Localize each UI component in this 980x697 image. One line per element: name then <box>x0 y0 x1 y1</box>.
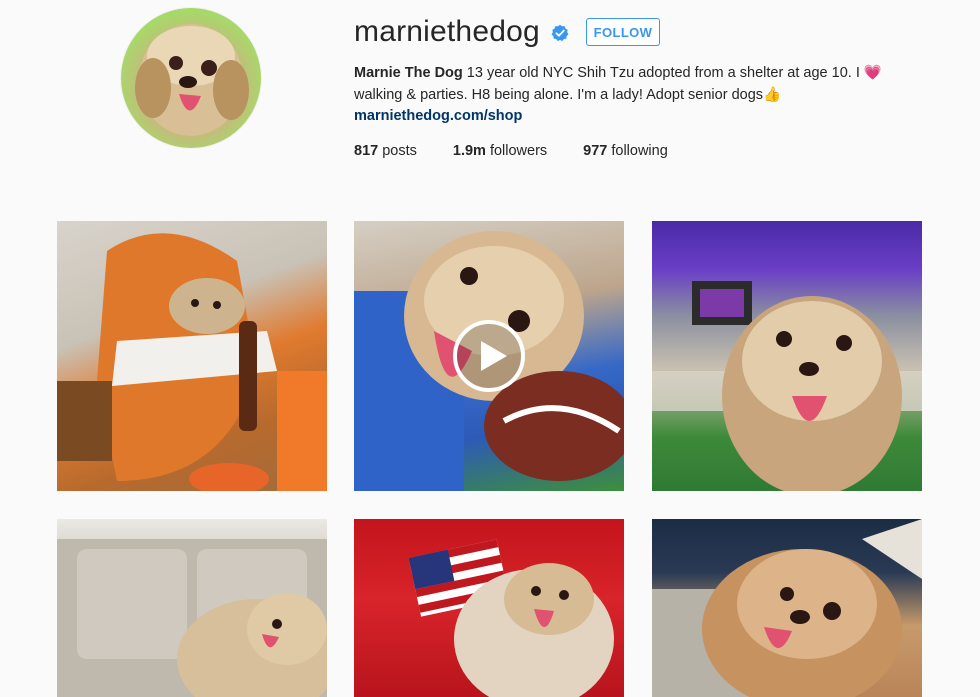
post-dog-american-flag[interactable] <box>354 519 624 697</box>
profile-username: marniethedog <box>354 15 540 48</box>
stat-followers-value: 1.9m <box>452 143 486 159</box>
stat-posts: 817 posts <box>354 143 417 159</box>
heart-emoji-icon: 💗 <box>863 65 882 81</box>
dog-photo-thumbnail <box>652 519 922 697</box>
bio-text-line1: 13 year old NYC Shih Tzu adopted from a … <box>466 65 864 81</box>
profile-bio: Marnie The Dog 13 year old NYC Shih Tzu … <box>354 62 924 106</box>
bio-name: Marnie The Dog <box>354 65 463 81</box>
post-dog-football-jersey-video[interactable] <box>354 221 624 491</box>
dog-photo-thumbnail <box>57 233 327 491</box>
stat-posts-value: 817 <box>354 143 379 159</box>
profile-stats: 817 posts 1.9m followers 977 following <box>354 143 704 159</box>
stat-posts-label: posts <box>382 143 417 159</box>
stat-following-value: 977 <box>583 143 608 159</box>
stat-followers-label: followers <box>489 143 548 159</box>
dog-photo-thumbnail <box>57 539 327 697</box>
bio-text-line2: walking & parties. H8 being alone. I'm a… <box>354 87 764 103</box>
dog-avatar-illustration <box>135 24 249 136</box>
post-dog-stadium-selfie[interactable] <box>652 221 922 491</box>
post-dog-on-couch[interactable] <box>57 519 327 697</box>
thumbs-up-emoji-icon: 👍 <box>763 87 782 103</box>
profile-avatar[interactable] <box>121 8 261 148</box>
stat-following-label: following <box>611 143 668 159</box>
stat-following[interactable]: 977 following <box>583 143 668 159</box>
play-icon[interactable] <box>452 319 526 393</box>
profile-website-link[interactable]: marniethedog.com/shop <box>354 108 522 124</box>
dog-photo-thumbnail <box>408 539 614 697</box>
post-dog-blanket-tongue[interactable] <box>652 519 922 697</box>
follow-button[interactable]: FOLLOW <box>586 18 660 46</box>
verified-badge-icon <box>551 24 569 41</box>
stat-followers[interactable]: 1.9m followers <box>453 143 547 159</box>
post-dog-football-fan-costume[interactable] <box>57 221 327 491</box>
dog-photo-thumbnail <box>652 281 922 491</box>
